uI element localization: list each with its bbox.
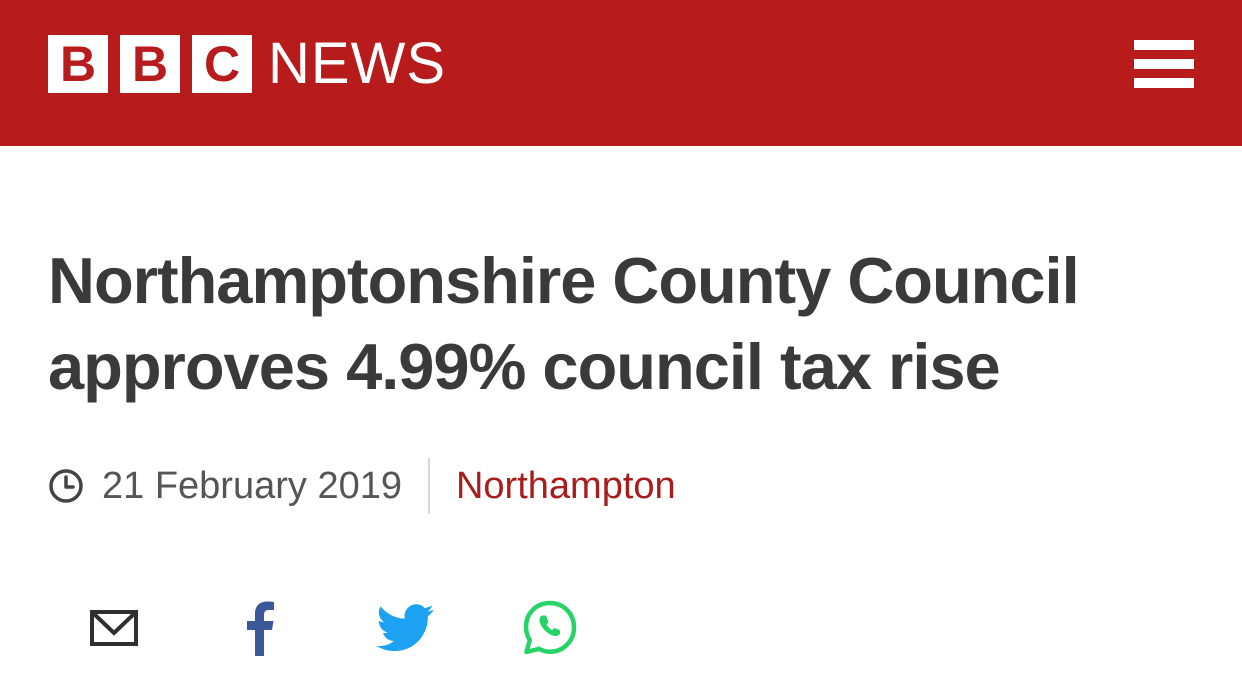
meta-divider — [427, 458, 430, 514]
article-meta: 21 February 2019 Northampton — [48, 458, 676, 514]
hamburger-menu-icon[interactable] — [1128, 36, 1196, 92]
email-icon[interactable] — [84, 598, 144, 658]
whatsapp-icon[interactable] — [520, 598, 580, 658]
top-bar: B B C NEWS — [0, 0, 1242, 146]
bbc-news-logo[interactable]: B B C NEWS — [48, 35, 446, 93]
article-headline: Northamptonshire County Council approves… — [48, 244, 1080, 403]
logo-word-news: NEWS — [268, 31, 446, 96]
facebook-icon[interactable] — [230, 598, 290, 658]
logo-letter-c: C — [192, 35, 252, 93]
logo-letter-b2: B — [120, 35, 180, 93]
share-bar — [0, 598, 1242, 658]
article-date: 21 February 2019 — [102, 464, 402, 507]
twitter-icon[interactable] — [376, 598, 436, 658]
section-link[interactable]: Northampton — [456, 465, 676, 508]
clock-icon — [49, 469, 83, 503]
logo-letter-b1: B — [48, 35, 108, 93]
